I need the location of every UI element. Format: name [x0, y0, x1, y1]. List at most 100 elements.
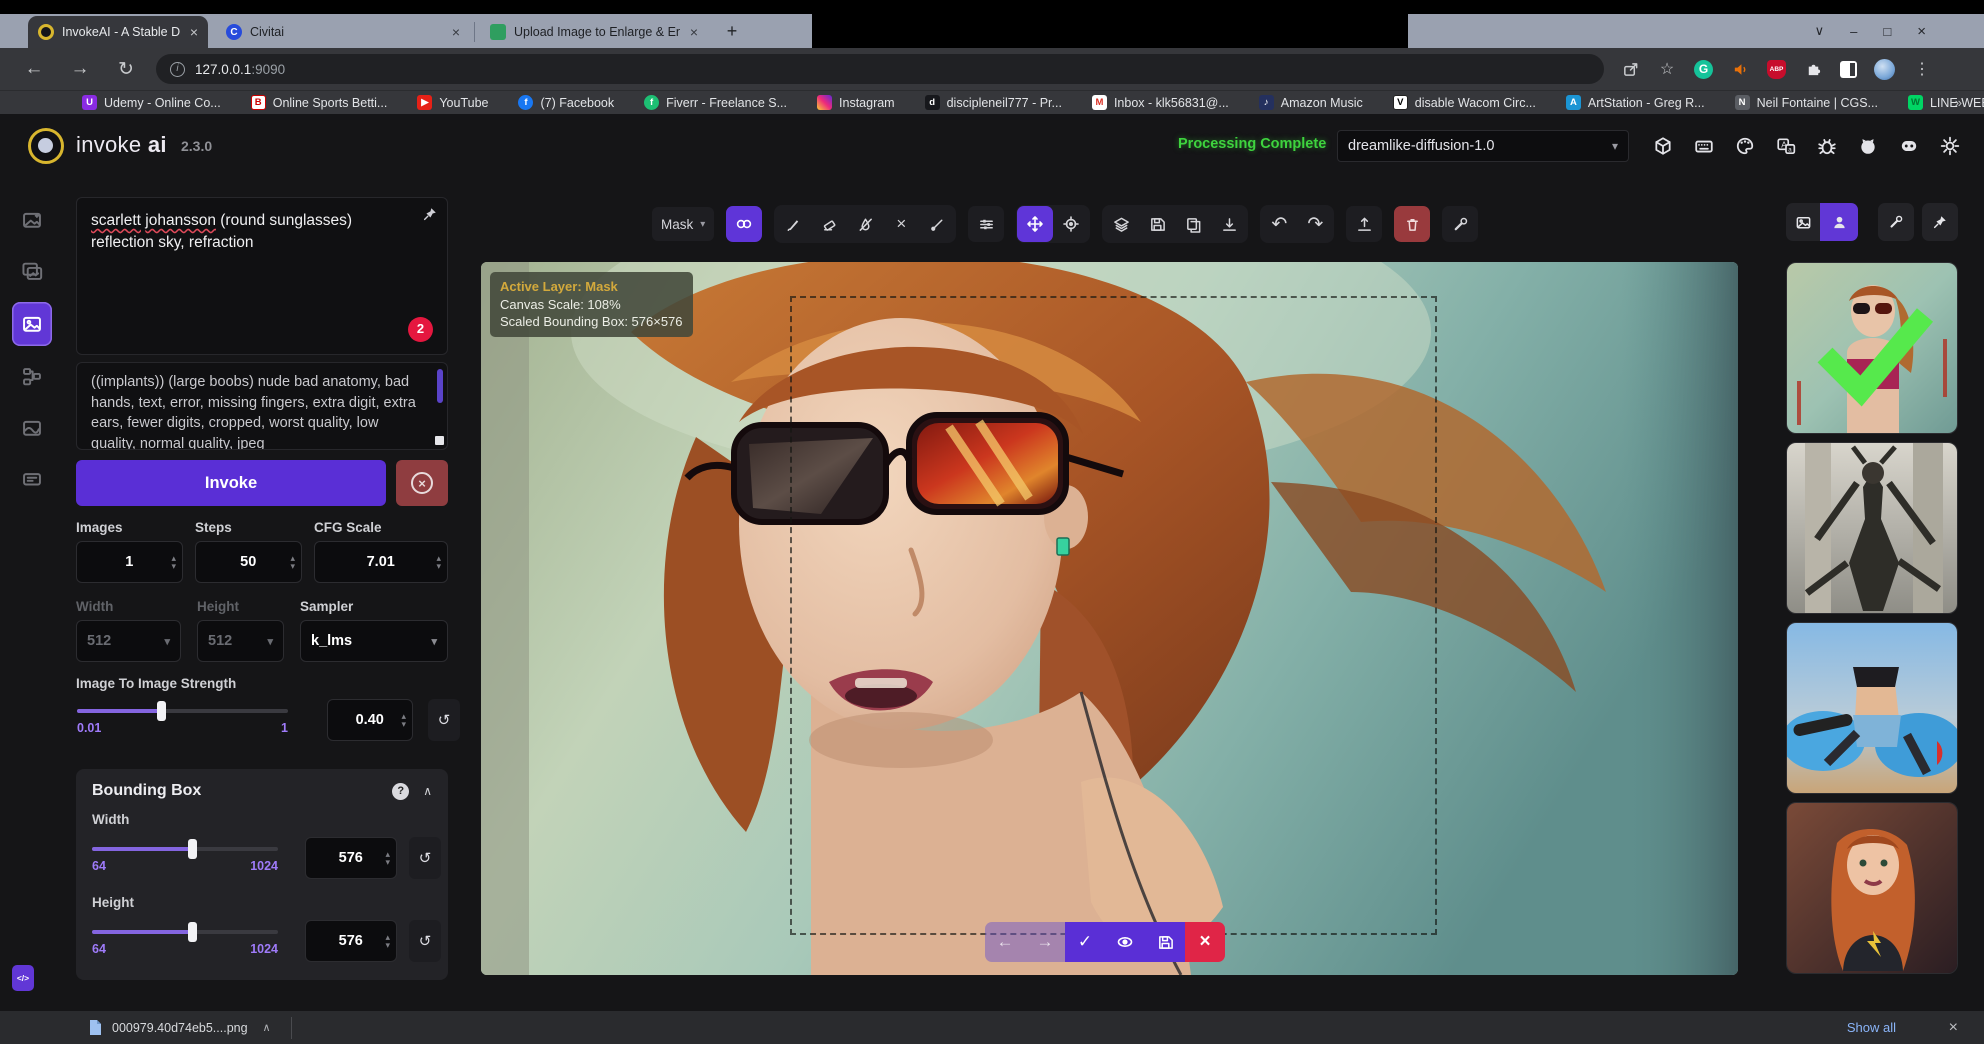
new-tab-button[interactable]: + — [718, 18, 746, 46]
bookmark-item[interactable]: UUdemy - Online Co... — [82, 95, 221, 110]
scrollbar-thumb[interactable] — [437, 369, 443, 403]
bookmark-star-icon[interactable]: ☆ — [1657, 59, 1677, 79]
gallery-user-tab[interactable] — [1820, 203, 1858, 241]
show-all-downloads-link[interactable]: Show all — [1847, 1020, 1896, 1035]
share-icon[interactable] — [1620, 59, 1640, 79]
canvas-settings-button[interactable] — [1442, 206, 1478, 242]
model-manager-icon[interactable] — [1652, 135, 1674, 157]
stepper-down-icon[interactable]: ▾ — [401, 720, 406, 728]
slider-thumb[interactable] — [188, 839, 197, 859]
profile-avatar[interactable] — [1874, 59, 1895, 80]
prompt-input[interactable]: scarlett johansson (round sunglasses) re… — [76, 197, 448, 355]
download-menu-caret[interactable]: ∧ — [263, 1021, 271, 1034]
pin-icon[interactable] — [422, 206, 438, 229]
collapse-chevron-icon[interactable]: ∧ — [423, 784, 432, 798]
stepper-down-icon[interactable]: ▾ — [290, 562, 295, 570]
eraser-tool-button[interactable] — [811, 206, 847, 242]
tab-close-icon[interactable]: × — [190, 24, 198, 40]
bookmark-item[interactable]: WLINE WEBTOON - G... — [1908, 95, 1984, 110]
speaker-extension-icon[interactable] — [1730, 59, 1750, 79]
width-select[interactable]: 512▾ — [76, 620, 181, 662]
previous-image-button[interactable]: ← — [985, 922, 1025, 962]
tab-close-icon[interactable]: × — [452, 24, 460, 40]
tab-training[interactable] — [12, 459, 52, 499]
report-bug-icon[interactable] — [1816, 135, 1838, 157]
adblock-extension-icon[interactable]: ABP — [1767, 60, 1786, 79]
discord-icon[interactable] — [1898, 135, 1920, 157]
mask-options-button[interactable] — [726, 206, 762, 242]
bookmark-item[interactable]: Instagram — [817, 95, 895, 110]
bookmark-item[interactable]: ddiscipleneil777 - Pr... — [925, 95, 1062, 110]
height-select[interactable]: 512▾ — [197, 620, 284, 662]
browser-menu-icon[interactable]: ⋮ — [1912, 59, 1932, 79]
window-maximize-button[interactable]: □ — [1883, 24, 1891, 39]
tab-nodes[interactable] — [12, 357, 52, 397]
gallery-thumbnail[interactable] — [1786, 622, 1958, 794]
gallery-settings-button[interactable] — [1878, 203, 1914, 241]
layer-select[interactable]: Mask▾ — [652, 207, 714, 241]
bookmark-item[interactable]: BOnline Sports Betti... — [251, 95, 388, 110]
window-close-button[interactable]: × — [1917, 23, 1926, 40]
gallery-thumbnail[interactable] — [1786, 442, 1958, 614]
github-icon[interactable] — [1857, 135, 1879, 157]
settings-gear-icon[interactable] — [1939, 135, 1961, 157]
reload-button[interactable]: ↻ — [114, 58, 138, 81]
accept-image-button[interactable]: ✓ — [1065, 922, 1105, 962]
gallery-pin-button[interactable] — [1922, 203, 1958, 241]
tab-civitai[interactable]: C Civitai × — [216, 16, 470, 48]
bookmark-item[interactable]: ▶YouTube — [417, 95, 488, 110]
help-icon[interactable]: ? — [392, 783, 409, 800]
reset-bbox-height-button[interactable]: ↺ — [409, 920, 441, 962]
sidebar-extension-icon[interactable] — [1840, 61, 1857, 78]
tab-image-to-image[interactable] — [12, 251, 52, 291]
download-image-button[interactable] — [1211, 206, 1247, 242]
bookmark-item[interactable]: MInbox - klk56831@... — [1092, 95, 1229, 110]
fill-tool-button[interactable] — [847, 206, 883, 242]
toggle-visibility-button[interactable] — [1105, 922, 1145, 962]
clear-canvas-button[interactable] — [1394, 206, 1430, 242]
next-image-button[interactable]: → — [1025, 922, 1065, 962]
bounding-box-height-input[interactable]: 576▴▾ — [305, 920, 397, 962]
bookmark-item[interactable]: f(7) Facebook — [518, 95, 614, 110]
gallery-images-tab[interactable] — [1786, 203, 1820, 241]
slider-thumb[interactable] — [188, 922, 197, 942]
gallery-thumbnail-selected[interactable] — [1786, 262, 1958, 434]
theme-palette-icon[interactable] — [1734, 135, 1756, 157]
sampler-select[interactable]: k_lms▾ — [300, 620, 448, 662]
bookmark-item[interactable]: ♪Amazon Music — [1259, 95, 1363, 110]
bounding-box-width-slider[interactable]: 64 1024 — [92, 847, 278, 851]
reset-view-button[interactable] — [1053, 206, 1089, 242]
bookmark-item[interactable]: fFiverr - Freelance S... — [644, 95, 787, 110]
reset-strength-button[interactable]: ↺ — [428, 699, 460, 741]
tab-upload-image[interactable]: Upload Image to Enlarge & Enha × — [480, 16, 708, 48]
back-button[interactable]: ← — [22, 58, 46, 80]
clear-mask-button[interactable]: × — [883, 206, 919, 242]
image-to-image-strength-slider[interactable]: 0.01 1 — [77, 709, 288, 713]
line-tool-button[interactable] — [919, 206, 955, 242]
reset-bbox-width-button[interactable]: ↺ — [409, 837, 441, 879]
address-bar[interactable]: i 127.0.0.1:9090 — [156, 54, 1604, 84]
close-download-bar-icon[interactable]: × — [1949, 1019, 1958, 1037]
slider-thumb[interactable] — [157, 701, 166, 721]
hotkeys-icon[interactable] — [1693, 135, 1715, 157]
negative-prompt-input[interactable]: ((implants)) (large boobs) nude bad anat… — [76, 362, 448, 450]
save-to-gallery-button[interactable] — [1139, 206, 1175, 242]
tab-unified-canvas[interactable] — [12, 302, 52, 346]
unified-canvas[interactable]: Active Layer: Mask Canvas Scale: 108% Sc… — [481, 262, 1738, 975]
tab-invokeai[interactable]: InvokeAI - A Stable Diffusion Too × — [28, 16, 208, 48]
tab-postprocessing[interactable] — [12, 408, 52, 448]
bounding-box-selection[interactable] — [790, 296, 1437, 935]
canvas-options-button[interactable] — [968, 206, 1004, 242]
brush-tool-button[interactable] — [775, 206, 811, 242]
console-toggle-button[interactable]: </> — [12, 965, 34, 991]
language-icon[interactable]: Aa — [1775, 135, 1797, 157]
upload-image-button[interactable] — [1346, 206, 1382, 242]
bounding-box-width-input[interactable]: 576▴▾ — [305, 837, 397, 879]
merge-layers-button[interactable] — [1103, 206, 1139, 242]
stepper-down-icon[interactable]: ▾ — [385, 858, 390, 866]
model-select[interactable]: dreamlike-diffusion-1.0 ▾ — [1337, 130, 1629, 162]
bookmarks-overflow-chevron[interactable]: » — [1955, 95, 1962, 110]
image-to-image-strength-input[interactable]: 0.40▴▾ — [327, 699, 413, 741]
stepper-down-icon[interactable]: ▾ — [436, 562, 441, 570]
site-info-icon[interactable]: i — [170, 62, 185, 77]
